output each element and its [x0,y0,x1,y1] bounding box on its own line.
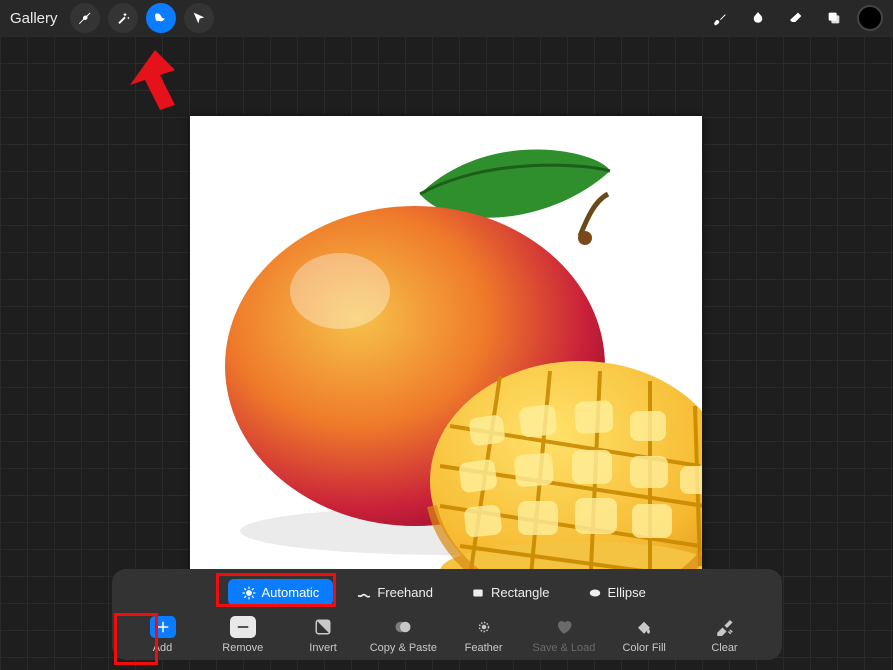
burst-icon [242,586,256,600]
wrench-icon[interactable] [70,3,100,33]
wand-icon[interactable] [108,3,138,33]
action-clear[interactable]: Clear [689,616,759,654]
smudge-icon[interactable] [743,3,773,33]
selection-tool-button[interactable] [146,3,176,33]
arrow-cursor-icon[interactable] [184,3,214,33]
action-add[interactable]: Add [128,616,198,654]
minus-icon [234,618,252,636]
copypaste-icon [394,618,412,636]
selection-panel: Automatic Freehand Rectangle Ellipse Add [112,569,782,660]
layers-icon[interactable] [819,3,849,33]
selection-mode-row: Automatic Freehand Rectangle Ellipse [228,579,766,606]
top-toolbar: Gallery [0,0,893,36]
rect-icon [471,586,485,600]
action-label: Add [153,642,173,654]
canvas-artwork [190,116,702,596]
action-label: Copy & Paste [370,642,437,654]
action-label: Color Fill [622,642,665,654]
heart-icon [555,618,573,636]
action-saveload[interactable]: Save & Load [529,616,599,654]
mode-automatic[interactable]: Automatic [228,579,334,606]
action-label: Feather [465,642,503,654]
action-feather[interactable]: Feather [449,616,519,654]
mode-label: Automatic [262,585,320,600]
gallery-button[interactable]: Gallery [10,10,62,27]
mode-ellipse[interactable]: Ellipse [574,579,660,606]
eraser-icon[interactable] [781,3,811,33]
feather-icon [475,618,493,636]
action-remove[interactable]: Remove [208,616,278,654]
action-label: Save & Load [532,642,595,654]
mode-freehand[interactable]: Freehand [343,579,447,606]
action-colorfill[interactable]: Color Fill [609,616,679,654]
color-picker[interactable] [857,5,883,31]
canvas[interactable] [190,116,702,596]
brush-icon[interactable] [705,3,735,33]
mode-label: Freehand [377,585,433,600]
action-copypaste[interactable]: Copy & Paste [368,616,438,654]
plus-icon [154,618,172,636]
clear-icon [715,618,733,636]
canvas-stage: Automatic Freehand Rectangle Ellipse Add [0,36,893,670]
action-label: Remove [222,642,263,654]
invert-icon [314,618,332,636]
mode-rectangle[interactable]: Rectangle [457,579,564,606]
mode-label: Rectangle [491,585,550,600]
action-label: Invert [309,642,337,654]
bucket-icon [635,618,653,636]
selection-action-row: Add Remove Invert Copy & Paste Feather S… [128,616,766,654]
ellipse-icon [588,586,602,600]
scribble-icon [357,586,371,600]
action-label: Clear [711,642,737,654]
annotation-arrow [115,50,175,110]
action-invert[interactable]: Invert [288,616,358,654]
mode-label: Ellipse [608,585,646,600]
